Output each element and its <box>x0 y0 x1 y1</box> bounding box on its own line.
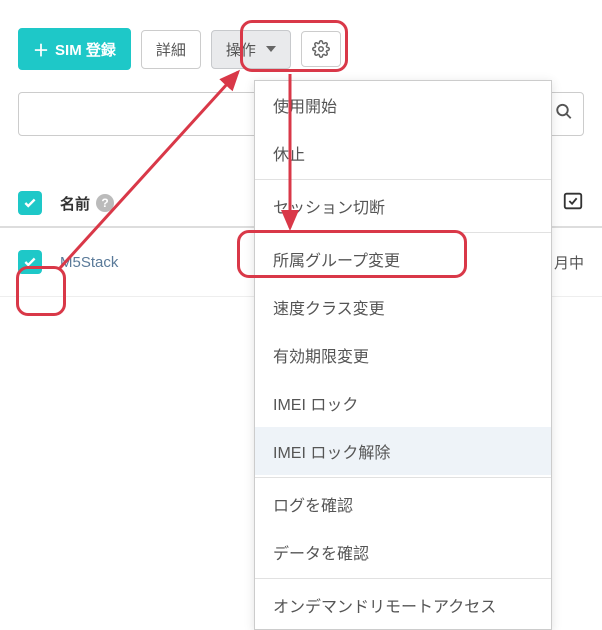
column-header-name[interactable]: 名前 <box>60 193 90 214</box>
actions-dropdown: 使用開始休止セッション切断所属グループ変更速度クラス変更有効期限変更IMEI ロ… <box>254 80 552 630</box>
dropdown-divider <box>255 477 551 478</box>
details-button[interactable]: 詳細 <box>141 30 201 69</box>
dropdown-item[interactable]: 所属グループ変更 <box>255 235 551 283</box>
toolbar: ＋ SIM 登録 詳細 操作 <box>0 0 602 88</box>
dropdown-item[interactable]: 有効期限変更 <box>255 331 551 379</box>
dropdown-item[interactable]: 休止 <box>255 129 551 177</box>
column-picker-icon[interactable] <box>562 190 584 216</box>
settings-button[interactable] <box>301 31 341 67</box>
dropdown-item[interactable]: 速度クラス変更 <box>255 283 551 331</box>
chevron-down-icon <box>266 46 276 52</box>
search-icon <box>555 103 573 126</box>
select-all-checkbox[interactable] <box>18 191 42 215</box>
dropdown-item[interactable]: IMEI ロック <box>255 379 551 427</box>
row-checkbox[interactable] <box>18 250 42 274</box>
dropdown-item[interactable]: ログを確認 <box>255 480 551 528</box>
register-sim-label: SIM 登録 <box>55 39 116 60</box>
help-icon[interactable]: ? <box>96 194 114 212</box>
dropdown-divider <box>255 179 551 180</box>
gear-icon <box>312 40 330 58</box>
actions-button[interactable]: 操作 <box>211 30 291 69</box>
dropdown-item[interactable]: オンデマンドリモートアクセス <box>255 581 551 629</box>
dropdown-item[interactable]: 使用開始 <box>255 81 551 129</box>
dropdown-item[interactable]: IMEI ロック解除 <box>255 427 551 475</box>
dropdown-divider <box>255 232 551 233</box>
row-status: 月中 <box>554 252 584 273</box>
dropdown-divider <box>255 578 551 579</box>
dropdown-item[interactable]: データを確認 <box>255 528 551 576</box>
plus-icon: ＋ <box>33 37 49 61</box>
dropdown-item[interactable]: セッション切断 <box>255 182 551 230</box>
row-name: M5Stack <box>60 254 118 271</box>
register-sim-button[interactable]: ＋ SIM 登録 <box>18 28 131 70</box>
